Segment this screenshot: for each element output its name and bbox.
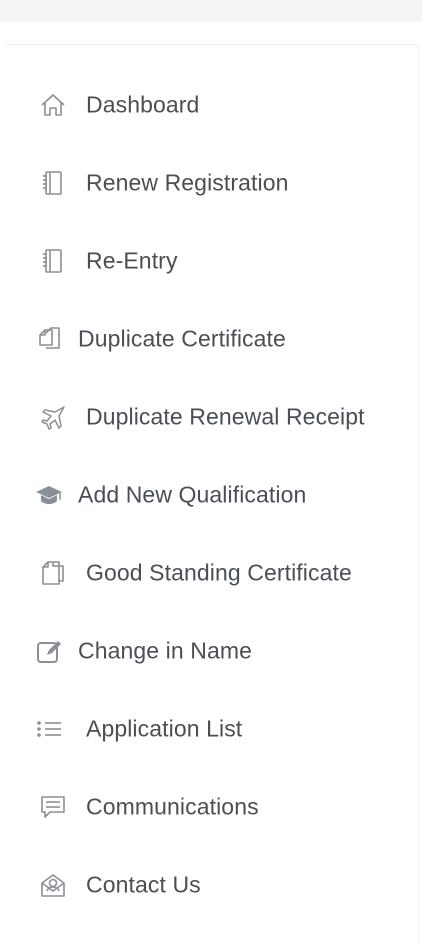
sidebar-item-label: Communications [86, 793, 259, 820]
sidebar-item-application-list[interactable]: Application List [4, 699, 418, 759]
copy-icon [34, 324, 64, 354]
sidebar-item-label: Re-Entry [86, 247, 178, 274]
notebook-icon [38, 246, 68, 276]
sidebar-item-label: Application List [86, 715, 243, 742]
sidebar-item-communications[interactable]: Communications [4, 777, 418, 837]
sidebar-item-dashboard[interactable]: Dashboard [4, 75, 418, 135]
sidebar-item-label: Renew Registration [86, 169, 289, 196]
sidebar-item-contact-us[interactable]: Contact Us [4, 855, 418, 915]
sidebar-item-label: Contact Us [86, 871, 201, 898]
edit-icon [34, 636, 64, 666]
sidebar-item-label: Change in Name [78, 637, 253, 664]
sidebar-item-re-entry[interactable]: Re-Entry [4, 231, 418, 291]
sidebar-item-label: Duplicate Certificate [78, 325, 286, 352]
sidebar-item-good-standing-certificate[interactable]: Good Standing Certificate [4, 543, 418, 603]
chat-icon [38, 792, 68, 822]
top-bar [0, 0, 422, 22]
list-icon [34, 714, 64, 744]
sidebar-item-label: Good Standing Certificate [86, 559, 352, 586]
graduation-cap-icon [34, 480, 64, 510]
sidebar-item-label: Duplicate Renewal Receipt [86, 403, 365, 430]
sidebar-item-label: Add New Qualification [78, 481, 307, 508]
sidebar-item-add-new-qualification[interactable]: Add New Qualification [4, 465, 418, 525]
sidebar-item-label: Dashboard [86, 91, 200, 118]
notebook-icon [38, 168, 68, 198]
sidebar-item-change-in-name[interactable]: Change in Name [4, 621, 418, 681]
sidebar-item-duplicate-renewal-receipt[interactable]: Duplicate Renewal Receipt [4, 387, 418, 447]
document-icon [38, 558, 68, 588]
sidebar-menu: Dashboard Renew Registration Re-Entry Du… [4, 44, 419, 945]
contact-icon [38, 870, 68, 900]
plane-icon [38, 402, 68, 432]
sidebar-item-renew-registration[interactable]: Renew Registration [4, 153, 418, 213]
home-icon [38, 90, 68, 120]
sidebar-item-duplicate-certificate[interactable]: Duplicate Certificate [4, 309, 418, 369]
